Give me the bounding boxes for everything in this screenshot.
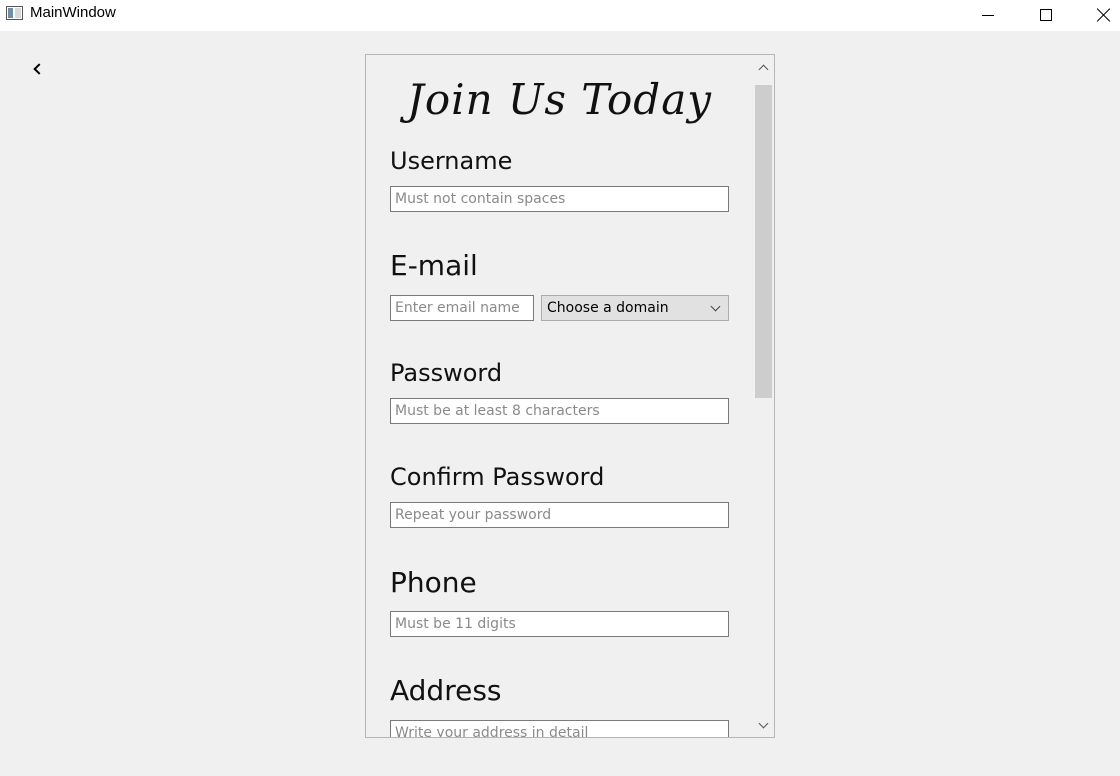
back-button[interactable]	[26, 58, 48, 80]
window-title: MainWindow	[30, 4, 116, 21]
signup-form-panel: Join Us Today Username E-mail Choose a d…	[365, 54, 775, 738]
address-input[interactable]	[390, 720, 729, 737]
username-input[interactable]	[390, 186, 729, 212]
scroll-thumb[interactable]	[755, 85, 772, 398]
close-button[interactable]	[1081, 0, 1120, 30]
scroll-up-button[interactable]	[753, 55, 774, 79]
maximize-button[interactable]	[1023, 0, 1069, 30]
maximize-icon	[1040, 9, 1052, 21]
chevron-up-icon	[758, 64, 769, 74]
chevron-left-icon	[32, 63, 45, 75]
close-icon	[1097, 8, 1111, 22]
phone-input[interactable]	[390, 611, 729, 637]
chevron-down-icon	[758, 718, 769, 728]
address-label: Address	[390, 674, 502, 707]
chevron-down-icon	[710, 301, 721, 312]
email-domain-value: Choose a domain	[547, 300, 669, 316]
scroll-down-button[interactable]	[753, 713, 774, 737]
username-label: Username	[390, 147, 513, 175]
form-content: Join Us Today Username E-mail Choose a d…	[366, 55, 753, 737]
phone-label: Phone	[390, 566, 477, 599]
vertical-scrollbar[interactable]	[753, 55, 774, 737]
email-label: E-mail	[390, 249, 478, 282]
password-input[interactable]	[390, 398, 729, 424]
confirm-password-label: Confirm Password	[390, 463, 605, 491]
minimize-button[interactable]	[965, 0, 1011, 30]
title-bar: MainWindow	[0, 0, 1120, 31]
app-icon	[6, 6, 23, 20]
confirm-password-input[interactable]	[390, 502, 729, 528]
email-name-input[interactable]	[390, 295, 534, 321]
email-domain-select[interactable]: Choose a domain	[541, 295, 729, 321]
password-label: Password	[390, 359, 503, 387]
minimize-icon	[982, 14, 994, 16]
form-title: Join Us Today	[407, 75, 712, 124]
